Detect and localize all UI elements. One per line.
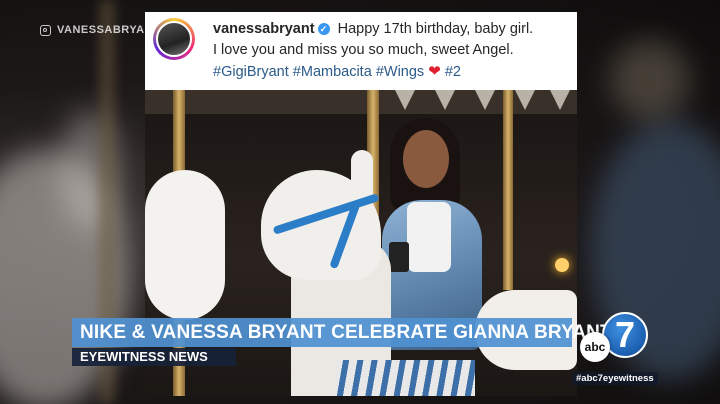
post-caption: vanessabryant ✓ Happy 17th birthday, baby… [145, 12, 577, 90]
program-banner: EYEWITNESS NEWS [72, 348, 236, 366]
caption-text: vanessabryant ✓ Happy 17th birthday, baby… [213, 19, 573, 83]
instagram-icon [40, 24, 51, 36]
caption-line-1: Happy 17th birthday, baby girl. [337, 21, 534, 37]
carousel-horse-left [145, 170, 225, 320]
red-heart-icon: ❤ [428, 63, 441, 80]
verified-badge-icon: ✓ [317, 23, 330, 35]
avatar-photo [156, 21, 192, 57]
abc-logo-icon: abc [580, 332, 610, 362]
girl-shirt [407, 202, 451, 272]
handle-text: VANESSABRYA [57, 24, 145, 36]
carousel-light [555, 258, 569, 272]
hashtag: #Wings [375, 64, 425, 80]
phone [389, 242, 409, 272]
instagram-handle-watermark: VANESSABRYA [40, 24, 145, 36]
hashtag: #2 [444, 64, 461, 80]
station-hashtag: #abc7eyewitness [572, 372, 658, 385]
headline-text: NIKE & VANESSA BRYANT CELEBRATE GIANNA B… [80, 322, 612, 343]
hashtag: #GigiBryant [213, 64, 289, 80]
hashtag: #Mambacita [292, 64, 372, 80]
saddle-stripes [335, 360, 475, 396]
caption-line-2: I love you and miss you so much, sweet A… [213, 42, 514, 58]
headline-banner: NIKE & VANESSA BRYANT CELEBRATE GIANNA B… [72, 318, 612, 347]
post-username: vanessabryant [213, 21, 315, 37]
blurred-light [610, 40, 690, 120]
girl-face [403, 130, 449, 188]
carousel-pole [503, 90, 513, 290]
program-text: EYEWITNESS NEWS [80, 349, 208, 364]
abc7-logo: 7 abc [580, 312, 648, 368]
profile-avatar [153, 18, 195, 60]
